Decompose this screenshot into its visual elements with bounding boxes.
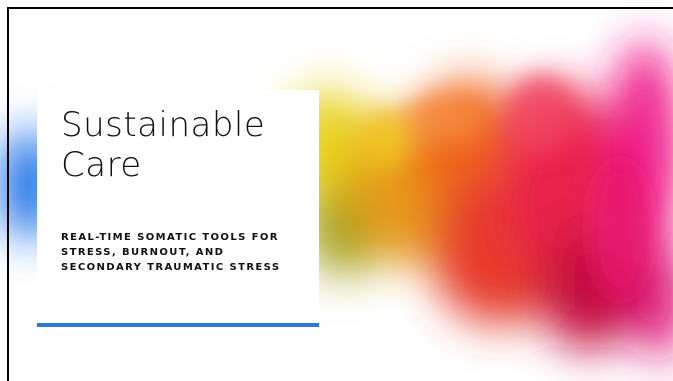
slide: Sustainable Care REAL-TIME SOMATIC TOOLS… (0, 0, 673, 381)
title-card: Sustainable Care REAL-TIME SOMATIC TOOLS… (37, 90, 319, 328)
accent-bar (37, 323, 319, 327)
slide-title: Sustainable Care (61, 105, 266, 185)
slide-subtitle: REAL-TIME SOMATIC TOOLS FOR STRESS, BURN… (61, 232, 281, 273)
frame-top-border (7, 7, 673, 9)
frame-left-border (7, 7, 9, 381)
